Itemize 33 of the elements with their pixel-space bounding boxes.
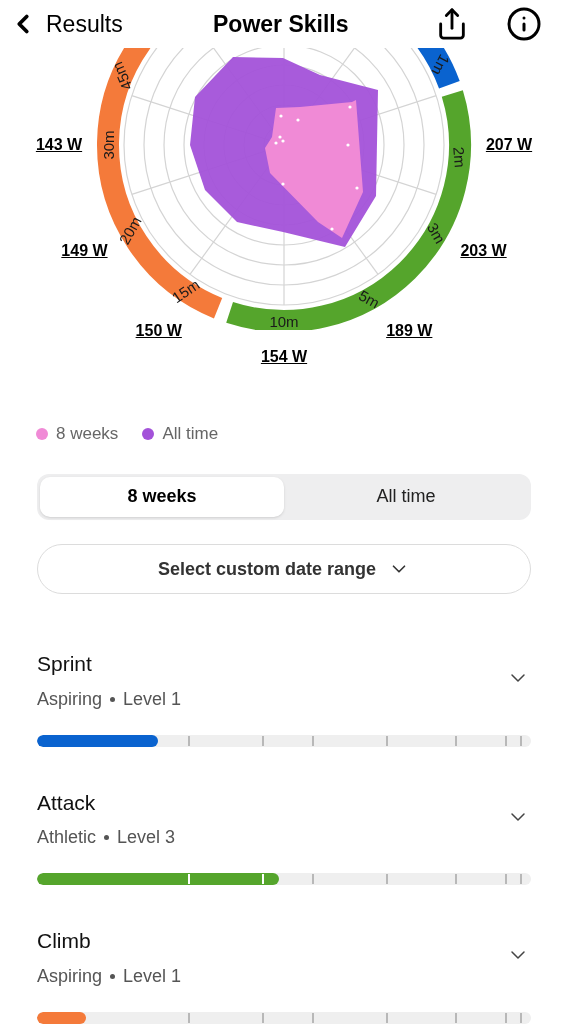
skill-level: Level 1 xyxy=(123,965,182,988)
watt-value: 189 W xyxy=(386,320,433,341)
period-tab[interactable]: All time xyxy=(284,476,528,517)
period-tab[interactable]: 8 weeks xyxy=(40,476,284,517)
tier-label: Athletic xyxy=(37,826,97,850)
back-button[interactable]: Results xyxy=(8,6,123,42)
duration-label: 3m xyxy=(423,219,449,247)
skill-level: Level 1 xyxy=(123,688,182,711)
watt-value: 143 W xyxy=(35,135,83,155)
duration-label: 20m xyxy=(115,213,145,248)
watt-value: 149 W xyxy=(61,241,108,262)
watt-value: 150 W xyxy=(135,320,182,341)
page-title: Power Skills xyxy=(213,9,349,39)
duration-label: 10m xyxy=(269,312,299,330)
duration-label: 45m xyxy=(108,59,136,93)
duration-label: 2m xyxy=(450,146,469,169)
duration-label: 5m xyxy=(356,286,383,312)
duration-label: 30m xyxy=(99,130,117,160)
skill-level: Level 3 xyxy=(117,826,176,850)
date-range-button[interactable]: Select custom date range xyxy=(37,543,531,595)
skill-name: Sprint xyxy=(37,651,93,678)
skill-name: Climb xyxy=(37,928,92,955)
tier-label: Aspiring xyxy=(37,965,103,988)
legend-label: All time xyxy=(162,423,219,446)
info-icon[interactable] xyxy=(506,6,542,42)
skill-name: Attack xyxy=(37,790,97,816)
watt-value: 203 W xyxy=(460,241,507,262)
watt-value: 154 W xyxy=(260,347,308,367)
legend-label: 8 weeks xyxy=(56,423,119,446)
duration-label: 1m xyxy=(428,51,454,79)
tier-label: Aspiring xyxy=(37,688,103,711)
duration-label: 15m xyxy=(168,275,203,307)
watt-value: 207 W xyxy=(485,135,533,155)
